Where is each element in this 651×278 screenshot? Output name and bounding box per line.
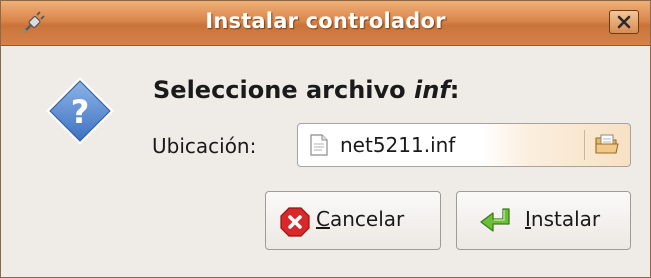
install-button-label: Instalar (525, 207, 601, 231)
svg-text:?: ? (71, 93, 90, 131)
location-label: Ubicación: (152, 134, 257, 158)
chooser-separator (584, 130, 585, 160)
question-icon: ? (45, 76, 115, 146)
file-chooser-value: net5211.inf (340, 133, 456, 157)
window-title: Instalar controlador (205, 9, 446, 33)
close-button[interactable] (609, 10, 639, 34)
cancel-button[interactable]: Cancelar (265, 191, 441, 250)
dialog-content: ? Seleccione archivo inf: Ubicación: net… (1, 46, 650, 277)
open-folder-icon (594, 132, 620, 158)
file-chooser-button[interactable]: net5211.inf (297, 123, 631, 167)
install-driver-dialog: Instalar controlador ? Seleccione archiv… (0, 0, 651, 278)
title-bar[interactable]: Instalar controlador (1, 1, 650, 46)
apply-arrow-icon (479, 207, 517, 237)
install-button[interactable]: Instalar (456, 191, 631, 250)
cancel-button-label: Cancelar (316, 207, 405, 231)
dialog-heading: Seleccione archivo inf: (153, 76, 460, 104)
cancel-icon (280, 207, 310, 237)
document-icon (310, 134, 328, 156)
